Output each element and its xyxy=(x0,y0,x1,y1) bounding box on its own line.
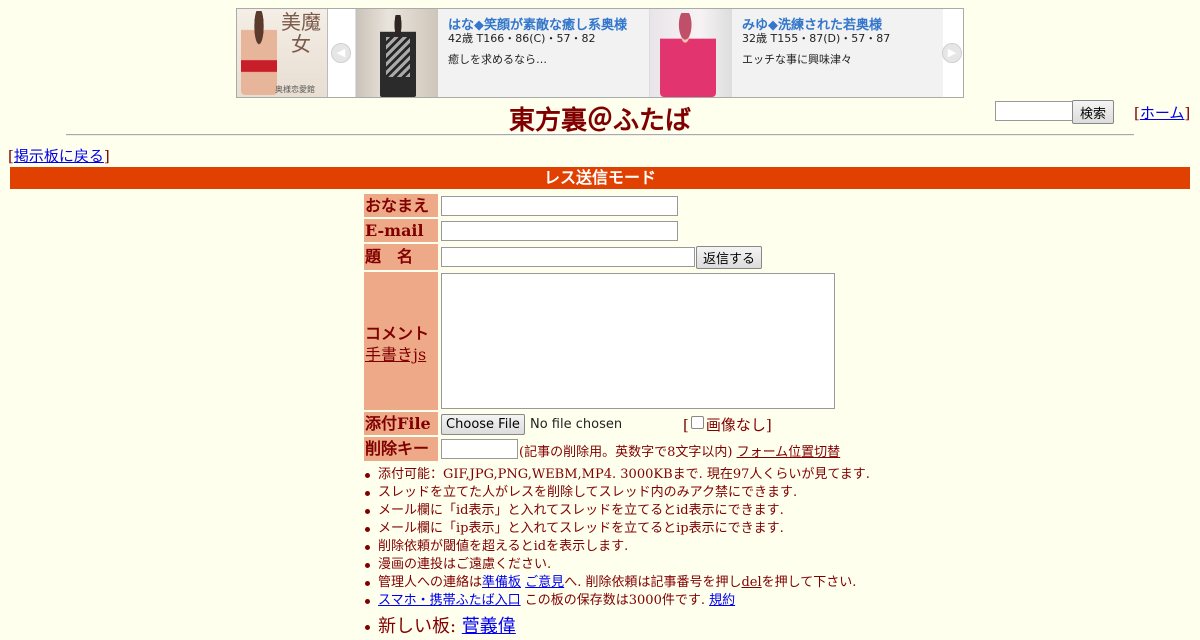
no-image-checkbox[interactable] xyxy=(690,416,704,429)
home-link[interactable]: ホーム xyxy=(1140,104,1185,122)
comment-textarea[interactable] xyxy=(441,273,835,409)
ad-card[interactable]: みゆ◆洗練された若奥様 32歳 T155・87(D)・57・87 エッチな事に興… xyxy=(649,9,943,97)
list-item: 添付可能：GIF,JPG,PNG,WEBM,MP4. 3000KBまで. 現在9… xyxy=(365,467,870,482)
file-label: 添付File xyxy=(364,412,438,435)
banner-next-arrow-icon[interactable]: ▶ xyxy=(942,43,962,63)
note-text: この板の保存数は3000件です. xyxy=(520,593,710,608)
file-status-text: No file chosen xyxy=(530,417,623,432)
new-board-link[interactable]: 菅義偉 xyxy=(462,616,516,637)
list-item: 新しい板: 菅義偉 xyxy=(365,614,870,640)
divider xyxy=(66,134,1134,136)
back-to-board-link[interactable]: 掲示板に戻る xyxy=(14,147,104,165)
ad-spec: 32歳 T155・87(D)・57・87 xyxy=(742,32,891,45)
comment-label-cell: コメント 手書きjs xyxy=(364,272,438,410)
note-text: を押して下さい. xyxy=(761,575,857,590)
ad-spec: 42歳 T166・86(C)・57・82 xyxy=(448,32,596,45)
list-item: 管理人への連絡は準備板 ご意見へ. 削除依頼は記事番号を押しdelを押して下さい… xyxy=(365,574,870,592)
list-item: メール欄に「id表示」と入れてスレッドを立てるとid表示にできます. xyxy=(365,502,870,520)
ad-photo xyxy=(650,9,732,97)
junbi-board-link[interactable]: 準備板 xyxy=(482,575,521,590)
home-link-wrap: [ホーム] xyxy=(1134,104,1191,122)
feedback-link[interactable]: ご意見 xyxy=(525,575,564,590)
no-image-label: 画像なし xyxy=(705,416,766,434)
logo-small-text: 奥様恋愛館 xyxy=(275,85,315,94)
banner-prev-arrow-icon[interactable]: ◀ xyxy=(331,43,351,63)
no-image-option[interactable]: [画像なし] xyxy=(683,414,772,435)
note-text: へ. 削除依頼は記事番号を押し xyxy=(564,575,742,590)
email-label: E-mail xyxy=(364,219,438,242)
list-item: スマホ・携帯ふたば入口 この板の保存数は3000件です. 規約 xyxy=(365,592,870,610)
search-input[interactable] xyxy=(995,101,1075,121)
list-item: 削除依頼が閾値を超えるとidを表示します. xyxy=(365,538,870,556)
subject-label: 題 名 xyxy=(364,244,438,270)
logo-big-text: 美魔女 xyxy=(281,10,321,56)
mode-bar: レス送信モード xyxy=(10,167,1190,189)
delete-key-label: 削除キー xyxy=(364,437,438,461)
delete-key-note: (記事の削除用。英数字で8文字以内) フォーム位置切替 xyxy=(519,441,840,460)
logo-model-image xyxy=(241,11,277,95)
delete-key-hint: (記事の削除用。英数字で8文字以内) xyxy=(519,445,733,460)
choose-file-button[interactable]: Choose File xyxy=(441,414,525,435)
ad-blurb: エッチな事に興味津々 xyxy=(742,53,852,66)
delete-key-input[interactable] xyxy=(441,439,518,459)
mobile-futaba-link[interactable]: スマホ・携帯ふたば入口 xyxy=(378,593,521,608)
reply-button[interactable]: 返信する xyxy=(696,246,762,269)
ad-card[interactable]: はな◆笑顔が素敵な癒し系奥様 42歳 T166・86(C)・57・82 癒しを求… xyxy=(355,9,649,97)
subject-input[interactable] xyxy=(441,247,695,267)
email-input[interactable] xyxy=(441,221,678,241)
ad-photo xyxy=(356,9,438,97)
list-item: メール欄に「ip表示」と入れてスレッドを立てるとip表示にできます. xyxy=(365,520,870,538)
back-link-wrap: [掲示板に戻る] xyxy=(8,147,110,165)
note-text: 管理人への連絡は xyxy=(378,575,483,590)
name-label: おなまえ xyxy=(364,194,438,217)
rules-list: 添付可能：GIF,JPG,PNG,WEBM,MP4. 3000KBまで. 現在9… xyxy=(362,466,870,640)
name-input[interactable] xyxy=(441,196,678,216)
list-item: 漫画の連投はご遠慮ください. xyxy=(365,556,870,574)
del-link[interactable]: del xyxy=(741,575,761,590)
terms-link[interactable]: 規約 xyxy=(709,593,735,608)
list-item: スレッドを立てた人がレスを削除してスレッド内のみアク禁にできます. xyxy=(365,484,870,502)
ad-blurb: 癒しを求めるなら… xyxy=(448,53,547,66)
form-position-toggle-link[interactable]: フォーム位置切替 xyxy=(737,445,841,460)
shop-logo[interactable]: 美魔女 奥様恋愛館 xyxy=(237,9,328,97)
ad-banner[interactable]: 美魔女 奥様恋愛館 ◀ はな◆笑顔が素敵な癒し系奥様 42歳 T166・86(C… xyxy=(236,8,964,98)
handwrite-js-link[interactable]: 手書きjs xyxy=(365,341,426,365)
search-button[interactable]: 検索 xyxy=(1072,100,1114,124)
note-text: 新しい板: xyxy=(378,616,462,637)
